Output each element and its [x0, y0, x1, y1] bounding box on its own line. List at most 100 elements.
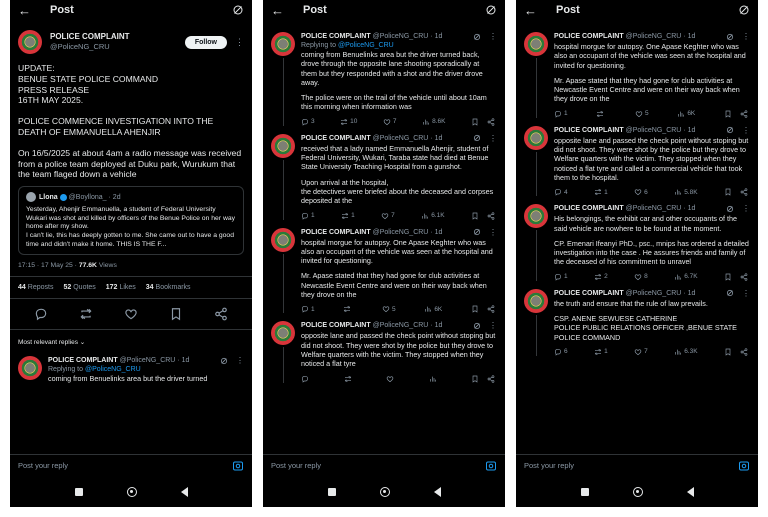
- reply-item[interactable]: POLICE COMPLAINT @PoliceNG_CRU · 1d ⋮ oppos…: [516, 120, 758, 198]
- refresh-icon[interactable]: [232, 4, 244, 16]
- reply-author[interactable]: POLICE COMPLAINT: [554, 290, 624, 297]
- avatar[interactable]: [18, 30, 42, 54]
- reply-author[interactable]: POLICE COMPLAINT: [301, 135, 371, 142]
- grok-icon[interactable]: [726, 205, 734, 213]
- reply-count[interactable]: 4: [554, 188, 568, 196]
- reply-author[interactable]: POLICE COMPLAINT: [301, 229, 371, 236]
- more-options-icon[interactable]: ⋮: [489, 321, 497, 330]
- reply-item[interactable]: POLICE COMPLAINT @PoliceNG_CRU · 1d ⋮ recei…: [263, 128, 505, 222]
- reply-author[interactable]: POLICE COMPLAINT: [48, 357, 118, 364]
- home-icon[interactable]: [126, 486, 137, 497]
- avatar[interactable]: [271, 227, 295, 252]
- like-count[interactable]: 8: [634, 273, 648, 281]
- like-count[interactable]: 5: [635, 110, 649, 118]
- replying-to-link[interactable]: @PoliceNG_CRU: [338, 42, 394, 49]
- more-options-icon[interactable]: ⋮: [489, 134, 497, 143]
- reply-input[interactable]: Post your reply: [271, 461, 321, 470]
- quoted-post[interactable]: Llona @Boyllona_ · 2d Yesterday, Ahenjir…: [18, 186, 244, 256]
- reply-icon[interactable]: [34, 307, 48, 321]
- reply-author[interactable]: POLICE COMPLAINT: [554, 33, 624, 40]
- bookmarks-count[interactable]: 34 Bookmarks: [146, 284, 191, 291]
- more-options-icon[interactable]: ⋮: [489, 228, 497, 237]
- reply-item[interactable]: POLICE COMPLAINT @PoliceNG_CRU · 1d ⋮ hospi…: [516, 26, 758, 120]
- like-count[interactable]: 7: [383, 118, 397, 126]
- grok-icon[interactable]: [473, 322, 481, 330]
- like-icon[interactable]: [124, 307, 138, 321]
- bookmark-icon[interactable]: [471, 305, 479, 313]
- grok-icon[interactable]: [726, 289, 734, 297]
- share-icon[interactable]: [740, 273, 748, 281]
- reply-item[interactable]: POLICE COMPLAINT @PoliceNG_CRU · 1d ⋮ hospi…: [263, 222, 505, 316]
- like-count[interactable]: [386, 375, 396, 383]
- back-icon[interactable]: [180, 486, 188, 497]
- grok-icon[interactable]: [473, 33, 481, 41]
- view-count[interactable]: [429, 375, 439, 383]
- avatar[interactable]: [524, 204, 548, 229]
- quotes-count[interactable]: 52 Quotes: [63, 284, 95, 291]
- share-icon[interactable]: [487, 375, 495, 383]
- follow-button[interactable]: Follow: [184, 35, 227, 49]
- home-icon[interactable]: [379, 486, 390, 497]
- reply-input[interactable]: Post your reply: [18, 461, 68, 470]
- reply-item[interactable]: POLICE COMPLAINT @PoliceNG_CRU · 1d ⋮ Reply…: [263, 26, 505, 128]
- reply-author[interactable]: POLICE COMPLAINT: [554, 205, 624, 212]
- repost-count[interactable]: 2: [594, 273, 608, 281]
- reply-count[interactable]: 1: [554, 110, 568, 118]
- share-icon[interactable]: [487, 212, 495, 220]
- home-icon[interactable]: [632, 486, 643, 497]
- camera-icon[interactable]: [485, 460, 497, 472]
- view-count[interactable]: 6K: [677, 110, 695, 118]
- repost-count[interactable]: 1: [594, 348, 608, 356]
- reply-author[interactable]: POLICE COMPLAINT: [301, 33, 371, 40]
- bookmark-icon[interactable]: [471, 118, 479, 126]
- grok-icon[interactable]: [473, 228, 481, 236]
- reply-composer[interactable]: Post your reply: [10, 454, 252, 476]
- reply-count[interactable]: 1: [554, 273, 568, 281]
- more-options-icon[interactable]: ⋮: [742, 32, 750, 41]
- grok-icon[interactable]: [726, 126, 734, 134]
- reply-sort-dropdown[interactable]: Most relevant replies ⌄: [10, 330, 252, 350]
- repost-count[interactable]: 1: [341, 212, 355, 220]
- repost-count[interactable]: 1: [594, 188, 608, 196]
- arrow-left-icon[interactable]: ←: [524, 3, 542, 18]
- share-icon[interactable]: [740, 348, 748, 356]
- reply-count[interactable]: 3: [301, 118, 315, 126]
- avatar[interactable]: [524, 32, 548, 56]
- repost-count[interactable]: [596, 110, 606, 118]
- like-count[interactable]: 5: [382, 305, 396, 313]
- bookmark-icon[interactable]: [169, 307, 183, 321]
- reply-composer[interactable]: Post your reply: [263, 454, 505, 476]
- avatar[interactable]: [271, 321, 295, 346]
- like-count[interactable]: 7: [381, 212, 395, 220]
- repost-count[interactable]: 10: [340, 118, 357, 126]
- share-icon[interactable]: [740, 188, 748, 196]
- reply-author[interactable]: POLICE COMPLAINT: [301, 322, 371, 329]
- bookmark-icon[interactable]: [724, 188, 732, 196]
- back-icon[interactable]: [433, 486, 441, 497]
- more-options-icon[interactable]: ⋮: [742, 126, 750, 135]
- reply-count[interactable]: 6: [554, 348, 568, 356]
- repost-count[interactable]: [343, 305, 353, 313]
- bookmark-icon[interactable]: [724, 348, 732, 356]
- view-count[interactable]: 6.3K: [674, 348, 698, 356]
- refresh-icon[interactable]: [738, 4, 750, 16]
- back-icon[interactable]: [686, 486, 694, 497]
- like-count[interactable]: 7: [634, 348, 648, 356]
- recents-icon[interactable]: [580, 487, 589, 496]
- share-icon[interactable]: [214, 307, 228, 321]
- view-count[interactable]: 5.8K: [674, 188, 698, 196]
- share-icon[interactable]: [740, 110, 748, 118]
- reply-item[interactable]: POLICE COMPLAINT @PoliceNG_CRU · 1d ⋮ the t…: [516, 283, 758, 358]
- refresh-icon[interactable]: [485, 4, 497, 16]
- reply-item[interactable]: POLICE COMPLAINT @PoliceNG_CRU · 1d ⋮ oppos…: [263, 315, 505, 384]
- view-count[interactable]: 6.1K: [421, 212, 445, 220]
- like-count[interactable]: 6: [634, 188, 648, 196]
- view-count[interactable]: 6K: [424, 305, 442, 313]
- repost-count[interactable]: [344, 375, 354, 383]
- reply-composer[interactable]: Post your reply: [516, 454, 758, 476]
- more-options-icon[interactable]: ⋮: [489, 32, 497, 41]
- likes-count[interactable]: 172 Likes: [106, 284, 136, 291]
- reply-item[interactable]: POLICE COMPLAINT @PoliceNG_CRU · 1d ⋮ His b…: [516, 198, 758, 282]
- camera-icon[interactable]: [738, 460, 750, 472]
- reply-count[interactable]: 1: [301, 212, 315, 220]
